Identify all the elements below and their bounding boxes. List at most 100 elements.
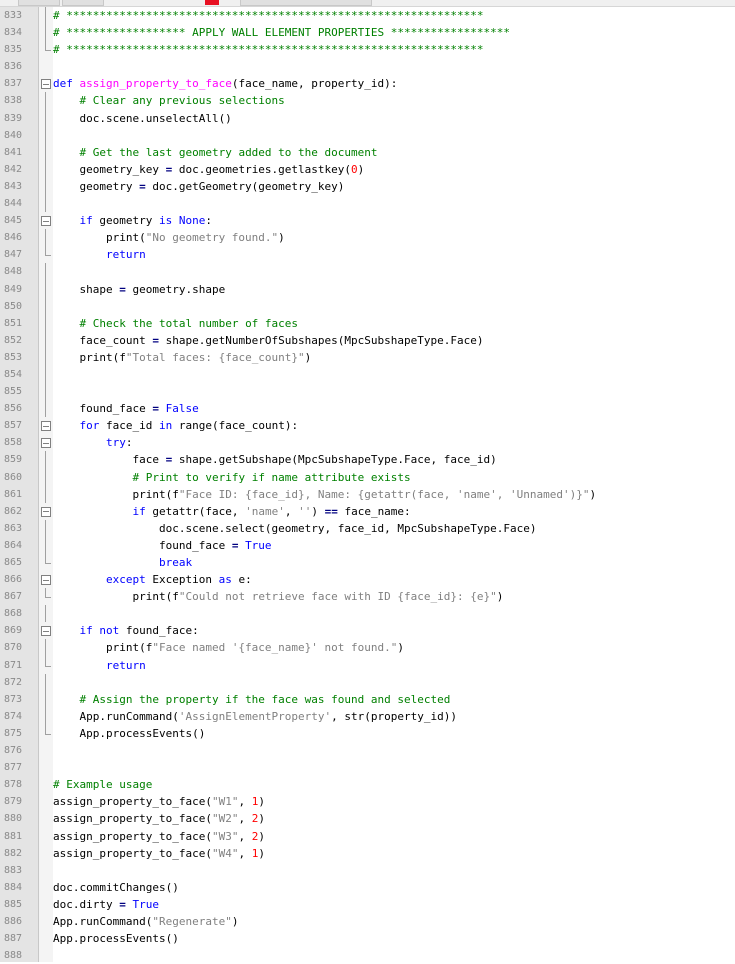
code-line[interactable]: 873 # Assign the property if the face wa…: [0, 690, 735, 708]
code-text: for face_id in range(face_count):: [53, 417, 299, 434]
code-line[interactable]: 854: [0, 365, 735, 384]
tab-stub[interactable]: [18, 0, 60, 6]
code-token: # Example usage: [53, 778, 153, 792]
code-line[interactable]: 866 except Exception as e:: [0, 571, 735, 588]
code-line[interactable]: 885 doc.dirty = True: [0, 896, 735, 913]
code-token: "W1": [211, 795, 239, 809]
code-text: # Print to verify if name attribute exis…: [53, 469, 410, 486]
code-line[interactable]: 870 print(f"Face named '{face_name}' not…: [0, 639, 735, 657]
code-line[interactable]: 875 App.processEvents(): [0, 724, 735, 742]
code-text: return: [53, 246, 146, 263]
code-line[interactable]: 859 face = shape.getSubshape(MpcSubshape…: [0, 451, 735, 469]
line-number: 881: [3, 830, 22, 842]
fold-collapse-icon[interactable]: [41, 575, 51, 586]
code-line[interactable]: 851 # Check the total number of faces: [0, 314, 735, 332]
fold-collapse-icon[interactable]: [41, 216, 51, 227]
code-line[interactable]: 863 doc.scene.select(geometry, face_id, …: [0, 519, 735, 537]
code-text: App.runCommand('AssignElementProperty', …: [53, 708, 457, 725]
fold-collapse-icon[interactable]: [41, 506, 51, 517]
code-line[interactable]: 878 # Example usage: [0, 776, 735, 793]
fold-guide-line: [45, 400, 46, 418]
code-text: # **************************************…: [53, 41, 483, 58]
code-token: ): [357, 162, 365, 176]
code-line[interactable]: 879 assign_property_to_face("W1", 1): [0, 793, 735, 810]
code-text: doc.scene.select(geometry, face_id, MpcS…: [53, 520, 537, 537]
code-line[interactable]: 835 # ***********************************…: [0, 41, 735, 58]
code-line[interactable]: 852 face_count = shape.getNumberOfSubsha…: [0, 331, 735, 349]
tab-stub[interactable]: [240, 0, 372, 6]
code-line[interactable]: 874 App.runCommand('AssignElementPropert…: [0, 707, 735, 725]
code-line[interactable]: 855: [0, 383, 735, 401]
code-line[interactable]: 876: [0, 742, 735, 759]
line-number: 879: [3, 796, 22, 808]
code-line[interactable]: 847 return: [0, 246, 735, 263]
code-editor[interactable]: 833 # ***********************************…: [0, 7, 735, 964]
code-line[interactable]: 871 return: [0, 656, 735, 674]
code-line[interactable]: 843 geometry = doc.getGeometry(geometry_…: [0, 177, 735, 196]
fold-guide-line: [45, 263, 46, 281]
code-line[interactable]: 864 found_face = True: [0, 536, 735, 554]
line-number: 834: [3, 27, 22, 39]
tab-stub[interactable]: [62, 0, 104, 6]
code-line[interactable]: 842 geometry_key = doc.geometries.getlas…: [0, 160, 735, 178]
code-token: break: [158, 556, 193, 569]
code-line[interactable]: 845 if geometry is None:: [0, 212, 735, 229]
code-token: assign_property_to_face(: [53, 846, 212, 860]
line-number: 846: [3, 232, 22, 244]
code-line[interactable]: 838 # Clear any previous selections: [0, 92, 735, 110]
line-number: 859: [3, 454, 22, 466]
code-token: print(f: [53, 487, 179, 501]
code-line[interactable]: 880 assign_property_to_face("W2", 2): [0, 810, 735, 827]
code-token: ): [231, 914, 239, 928]
code-text: assign_property_to_face("W1", 1): [53, 793, 265, 810]
code-line[interactable]: 865 break: [0, 554, 735, 571]
code-token: =: [152, 402, 159, 416]
code-line[interactable]: 862 if getattr(face, 'name', '') == face…: [0, 503, 735, 520]
fold-guide-line: [45, 195, 46, 213]
code-token: "Total faces: {face_count}": [125, 350, 305, 364]
code-line[interactable]: 840: [0, 126, 735, 144]
code-token: shape: [53, 282, 120, 296]
code-line[interactable]: 856 found_face = False: [0, 400, 735, 418]
close-icon[interactable]: [205, 0, 219, 5]
code-line[interactable]: 836: [0, 58, 735, 75]
code-line[interactable]: 881 assign_property_to_face("W3", 2): [0, 828, 735, 845]
code-line[interactable]: 839 doc.scene.unselectAll(): [0, 109, 735, 127]
code-line[interactable]: 867 print(f"Could not retrieve face with…: [0, 588, 735, 605]
code-line[interactable]: 853 print(f"Total faces: {face_count}"): [0, 348, 735, 366]
code-line[interactable]: 848: [0, 263, 735, 281]
code-token: found_face:: [119, 624, 199, 638]
code-token: ,: [238, 829, 252, 843]
code-token: assign_property_to_face(: [53, 795, 212, 809]
code-line[interactable]: 849 shape = geometry.shape: [0, 280, 735, 298]
code-line[interactable]: 844: [0, 195, 735, 213]
fold-collapse-icon[interactable]: [41, 438, 51, 449]
code-line[interactable]: 858 try:: [0, 434, 735, 451]
code-line[interactable]: 869 if not found_face:: [0, 622, 735, 639]
code-line[interactable]: 882 assign_property_to_face("W4", 1): [0, 845, 735, 862]
code-line[interactable]: 857 for face_id in range(face_count):: [0, 417, 735, 434]
code-line[interactable]: 860 # Print to verify if name attribute …: [0, 468, 735, 486]
code-line[interactable]: 884 doc.commitChanges(): [0, 879, 735, 896]
code-line[interactable]: 877: [0, 759, 735, 776]
code-text: face_count = shape.getNumberOfSubshapes(…: [53, 332, 483, 349]
code-line[interactable]: 850: [0, 297, 735, 315]
code-line[interactable]: 886 App.runCommand("Regenerate"): [0, 913, 735, 930]
code-line[interactable]: 888: [0, 947, 735, 964]
fold-collapse-icon[interactable]: [41, 626, 51, 637]
code-line[interactable]: 841 # Get the last geometry added to the…: [0, 143, 735, 161]
code-line[interactable]: 868: [0, 605, 735, 623]
code-line[interactable]: 837 def assign_property_to_face(face_name…: [0, 75, 735, 92]
code-line[interactable]: 861 print(f"Face ID: {face_id}, Name: {g…: [0, 485, 735, 503]
code-line[interactable]: 833 # ***********************************…: [0, 7, 735, 25]
code-line[interactable]: 883: [0, 862, 735, 879]
code-token: =: [119, 282, 126, 296]
code-line[interactable]: 834 # ****************** APPLY WALL ELEME…: [0, 24, 735, 42]
fold-collapse-icon[interactable]: [41, 79, 51, 90]
line-number: 852: [3, 334, 22, 346]
code-line[interactable]: 887 App.processEvents(): [0, 930, 735, 947]
code-line[interactable]: 872: [0, 673, 735, 691]
fold-collapse-icon[interactable]: [41, 421, 51, 432]
code-line[interactable]: 846 print("No geometry found."): [0, 229, 735, 247]
